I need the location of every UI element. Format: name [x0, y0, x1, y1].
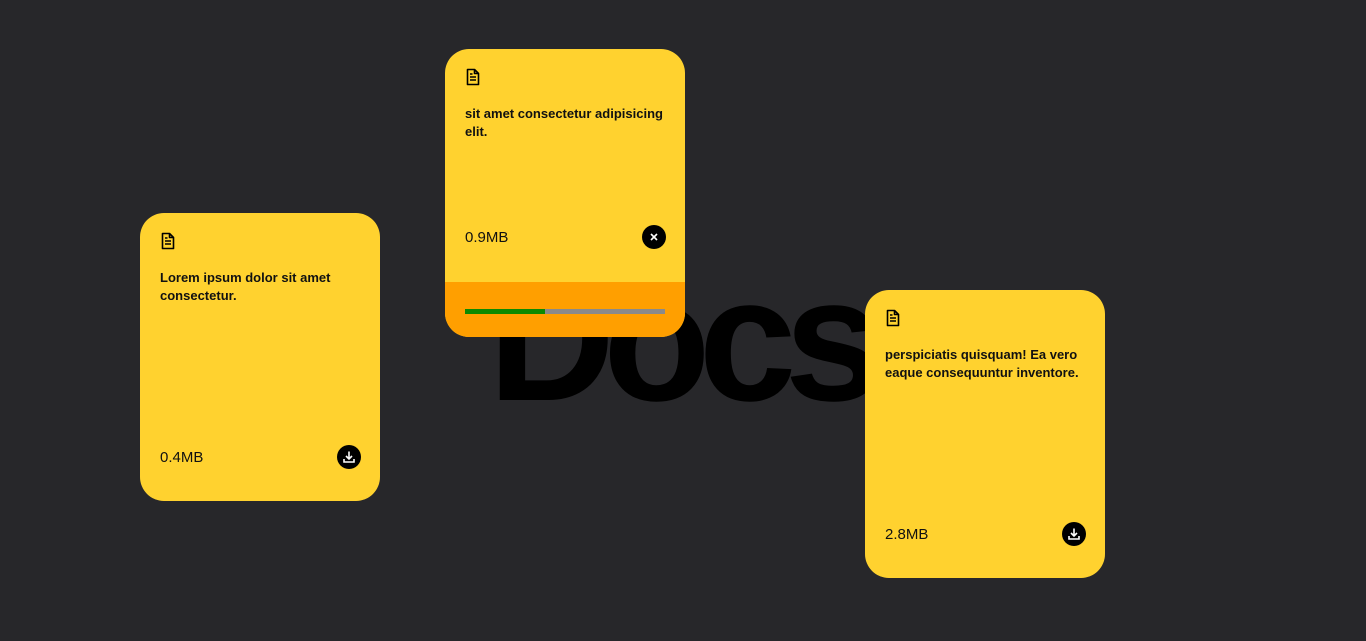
download-icon [343, 451, 355, 463]
download-button[interactable] [1062, 522, 1086, 546]
file-size: 2.8MB [885, 526, 929, 543]
file-description: sit amet consectetur adipisicing elit. [465, 106, 663, 139]
file-size: 0.4MB [160, 449, 204, 466]
document-icon [886, 309, 900, 327]
file-size: 0.9MB [465, 229, 509, 246]
document-icon [161, 232, 175, 250]
progress-bar [465, 309, 665, 314]
close-button[interactable] [642, 225, 666, 249]
file-card[interactable]: Lorem ipsum dolor sit amet consectetur. … [140, 213, 380, 501]
file-description: Lorem ipsum dolor sit amet consectetur. [160, 270, 331, 303]
file-description: perspiciatis quisquam! Ea vero eaque con… [885, 347, 1079, 380]
file-card[interactable]: sit amet consectetur adipisicing elit. 0… [445, 49, 685, 337]
download-icon [1068, 528, 1080, 540]
docs-stage: Docs. Lorem ipsum dolor sit amet consect… [0, 0, 1366, 641]
download-progress-strip [445, 282, 685, 337]
progress-bar-fill [465, 309, 545, 314]
close-icon [650, 233, 658, 241]
download-button[interactable] [337, 445, 361, 469]
document-icon [466, 68, 480, 86]
file-card[interactable]: perspiciatis quisquam! Ea vero eaque con… [865, 290, 1105, 578]
